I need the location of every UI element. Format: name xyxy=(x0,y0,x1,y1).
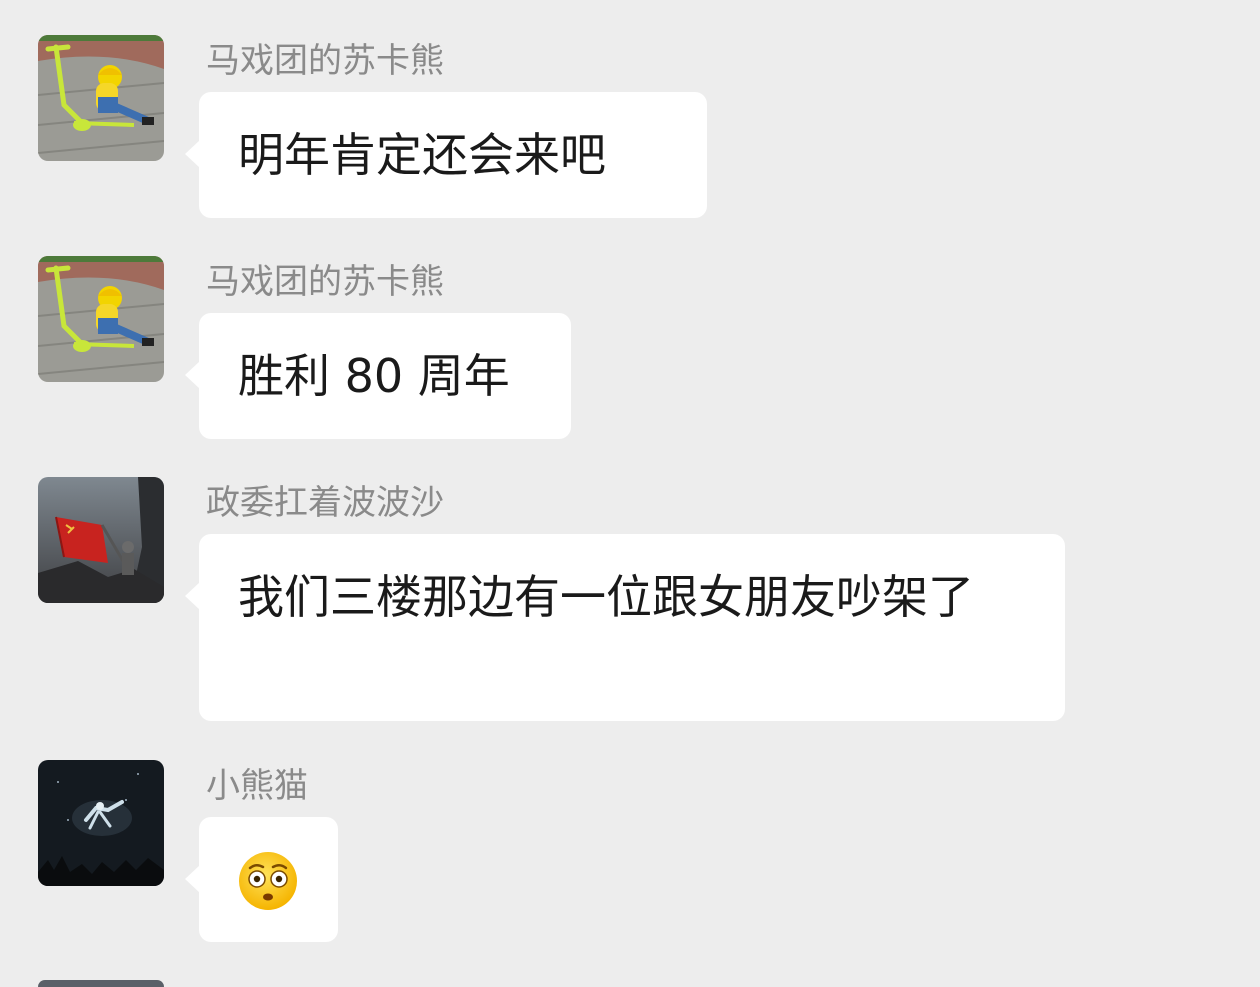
avatar[interactable] xyxy=(38,760,164,886)
sender-name: 马戏团的苏卡熊 xyxy=(206,41,444,81)
message-bubble[interactable]: 我们三楼那边有一位跟女朋友吵架了 xyxy=(185,534,1065,721)
message-text: 胜利 80 周年 xyxy=(238,349,510,403)
message-text: 我们三楼那边有一位跟女朋友吵架了 xyxy=(238,570,974,624)
avatar[interactable] xyxy=(38,256,164,382)
sender-name: 马戏团的苏卡熊 xyxy=(206,262,444,302)
avatar[interactable] xyxy=(38,477,164,603)
message-text: 明年肯定还会来吧 xyxy=(238,128,606,182)
wide-eyed-face-emoji-icon xyxy=(239,852,297,910)
message-bubble[interactable]: 明年肯定还会来吧 xyxy=(185,92,707,218)
minion-scooter-avatar-icon xyxy=(38,35,164,161)
sender-name: 小熊猫 xyxy=(206,766,308,806)
night-sky-figure-avatar-icon xyxy=(38,760,164,886)
sender-name: 政委扛着波波沙 xyxy=(206,483,444,523)
red-flag-avatar-icon xyxy=(38,477,164,603)
minion-scooter-avatar-icon xyxy=(38,256,164,382)
avatar[interactable] xyxy=(38,980,164,987)
avatar[interactable] xyxy=(38,35,164,161)
message-bubble[interactable] xyxy=(185,817,338,942)
message-bubble[interactable]: 胜利 80 周年 xyxy=(185,313,571,439)
chat-message-list: 马戏团的苏卡熊 明年肯定还会来吧 马戏团的苏卡熊 胜利 80 周年 政委扛着波波… xyxy=(0,0,1260,987)
